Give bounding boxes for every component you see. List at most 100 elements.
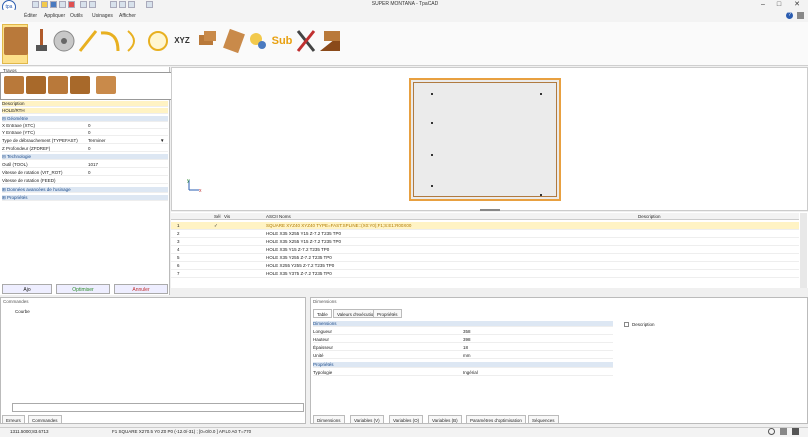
dim-row-length[interactable]: Longueur 358 [313, 329, 613, 335]
hole-point[interactable] [431, 185, 433, 187]
stop-icon[interactable] [128, 1, 135, 8]
col-sel[interactable]: Sél [214, 214, 221, 219]
saw-blade-icon[interactable] [52, 27, 76, 55]
apply-button[interactable]: Ajo [2, 284, 52, 294]
section-geometry[interactable]: ⊟ Géométrie [2, 116, 168, 122]
description-checkbox[interactable] [624, 322, 629, 327]
print-icon[interactable] [59, 1, 66, 8]
table-row[interactable]: 2 HOLE X35 X255 Y15 Z-7.2 T235 TP0 [171, 230, 799, 238]
tab-dimensions[interactable]: Dimensions [313, 415, 345, 424]
line-tool-icon[interactable] [76, 27, 100, 55]
cancel-button[interactable]: Annuler [114, 284, 168, 294]
menu-outils[interactable]: Outils [70, 13, 83, 19]
tab-variables-v[interactable]: Variables (V) [350, 415, 384, 424]
prop-x[interactable]: X Entraxe (XTC) 0 [2, 123, 168, 129]
menu-usinages[interactable]: Usinages [92, 13, 113, 19]
section-advanced[interactable]: ⊞ Données avancées de l'usinage [2, 187, 168, 193]
prop-z[interactable]: Z Profondeur (ZFDREF) 0 [2, 146, 168, 152]
section-properties[interactable]: ⊞ Propriétés [2, 195, 168, 201]
xyz-tool-icon[interactable]: XYZ [170, 27, 194, 55]
table-row[interactable]: 3 HOLE X35 X255 Y15 Z-7.2 T235 TP0 [171, 238, 799, 246]
command-input[interactable] [12, 403, 304, 412]
menu-afficher[interactable]: Afficher [119, 13, 136, 19]
minimize-button[interactable]: – [756, 1, 770, 9]
table-scrollbar[interactable] [800, 213, 807, 288]
zoom-icon[interactable] [768, 428, 775, 435]
new-icon[interactable] [32, 1, 39, 8]
optimize-button[interactable]: Optimiser [56, 284, 110, 294]
col-ascii[interactable]: ASCII Noms [266, 214, 291, 219]
panel-tool-icon[interactable] [4, 27, 28, 55]
tab-optimization[interactable]: Paramètres d'optimisation [466, 415, 526, 424]
table-row[interactable]: 6 HOLE X255 Y255 Z-7.2 T235 TP0 [171, 262, 799, 270]
close-window-button[interactable]: ✕ [790, 1, 804, 9]
palette-item-4[interactable] [70, 76, 90, 94]
chevron-down-icon[interactable]: ▼ [160, 138, 164, 144]
settings-icon[interactable] [797, 12, 804, 19]
maximize-button[interactable]: □ [772, 1, 786, 9]
tools-icon[interactable] [294, 27, 318, 55]
help-icon[interactable]: ? [786, 12, 793, 19]
circle-tool-icon[interactable] [146, 27, 170, 55]
prop-hole[interactable]: HOLE/RTH [2, 108, 168, 114]
tab-table[interactable]: Table [313, 309, 332, 318]
hole-point[interactable] [431, 154, 433, 156]
col-vis[interactable]: Vis [224, 214, 230, 219]
grid-icon[interactable] [780, 428, 787, 435]
next-icon[interactable] [146, 1, 153, 8]
table-row[interactable]: 4 HOLE X35 Y15 Z-7.2 T235 TP0 [171, 246, 799, 254]
table-row[interactable]: 1 ✓ SQUARE XYZ40 XYZ40 TYPE=FAST:SPLINE::(… [171, 222, 799, 230]
tab-sequences[interactable]: Séquences [528, 415, 559, 424]
palette-item-3[interactable] [48, 76, 68, 94]
back-icon[interactable] [110, 1, 117, 8]
curve-tool-icon[interactable] [122, 27, 146, 55]
tab-errors[interactable]: Erreurs [2, 415, 25, 424]
hole-point[interactable] [431, 93, 433, 95]
col-description[interactable]: Description [638, 214, 661, 219]
forward-icon[interactable] [119, 1, 126, 8]
apply-label: Ajo [23, 287, 31, 293]
brush-tool-icon[interactable] [30, 27, 54, 55]
section-technology[interactable]: ⊟ Technologie [2, 154, 168, 160]
prop-description[interactable]: Description [2, 101, 168, 107]
boxes-tool-icon[interactable] [196, 27, 220, 55]
sub-tool-icon[interactable]: Sub [270, 27, 294, 55]
table-row[interactable]: 5 HOLE X35 Y255 Z-7.2 T235 TP0 [171, 254, 799, 262]
hole-point[interactable] [540, 194, 542, 196]
dim-label: Typologie [313, 370, 333, 375]
table-row[interactable]: 7 HOLE X35 Y375 Z-7.2 T235 TP0 [171, 270, 799, 278]
splitter-handle[interactable] [480, 209, 500, 211]
dim-row-typology[interactable]: Typologie Ingérial [313, 370, 613, 376]
macro-tool-icon[interactable] [246, 27, 270, 55]
dim-row-unit[interactable]: Unité mm [313, 353, 613, 359]
palette-item-2[interactable] [26, 76, 46, 94]
tab-commands[interactable]: Commandes [28, 415, 62, 424]
menu-editer[interactable]: Éditer [24, 13, 37, 19]
tab-properties[interactable]: Propriétés [373, 309, 402, 318]
board-tool-icon[interactable] [222, 27, 246, 55]
open-icon[interactable] [41, 1, 48, 8]
palette-item-5[interactable] [96, 76, 116, 94]
dim-row-thickness[interactable]: Épaisseur 18 [313, 345, 613, 351]
arc-tool-icon[interactable] [98, 27, 122, 55]
fit-icon[interactable] [792, 428, 799, 435]
prop-speed[interactable]: Vitesse de rotation (VIT_ROT) 0 [2, 170, 168, 176]
tab-variables-o[interactable]: Variables (O) [389, 415, 424, 424]
menu-appliquer[interactable]: Appliquer [44, 13, 65, 19]
dim-row-height[interactable]: Hauteur 398 [313, 337, 613, 343]
prop-feed[interactable]: Vitesse de rotation (FEED) [2, 178, 168, 184]
prop-y[interactable]: Y Entraxe (YTC) 0 [2, 130, 168, 136]
undo-icon[interactable] [80, 1, 87, 8]
hole-point[interactable] [431, 122, 433, 124]
prop-type[interactable]: Type de débrauchement (TYPEFAST) Terminer… [2, 138, 168, 144]
dim-label: Longueur [313, 329, 333, 334]
close-file-icon[interactable] [68, 1, 75, 8]
save-icon[interactable] [50, 1, 57, 8]
edge-tool-icon[interactable] [318, 27, 342, 55]
row-visibility-icon[interactable]: ✓ [214, 222, 218, 230]
palette-item-1[interactable] [4, 76, 24, 94]
tab-variables-b[interactable]: Variables (B) [428, 415, 462, 424]
prop-tool[interactable]: Outil (TOOL) 1017 [2, 162, 168, 168]
hole-point[interactable] [540, 93, 542, 95]
redo-icon[interactable] [89, 1, 96, 8]
